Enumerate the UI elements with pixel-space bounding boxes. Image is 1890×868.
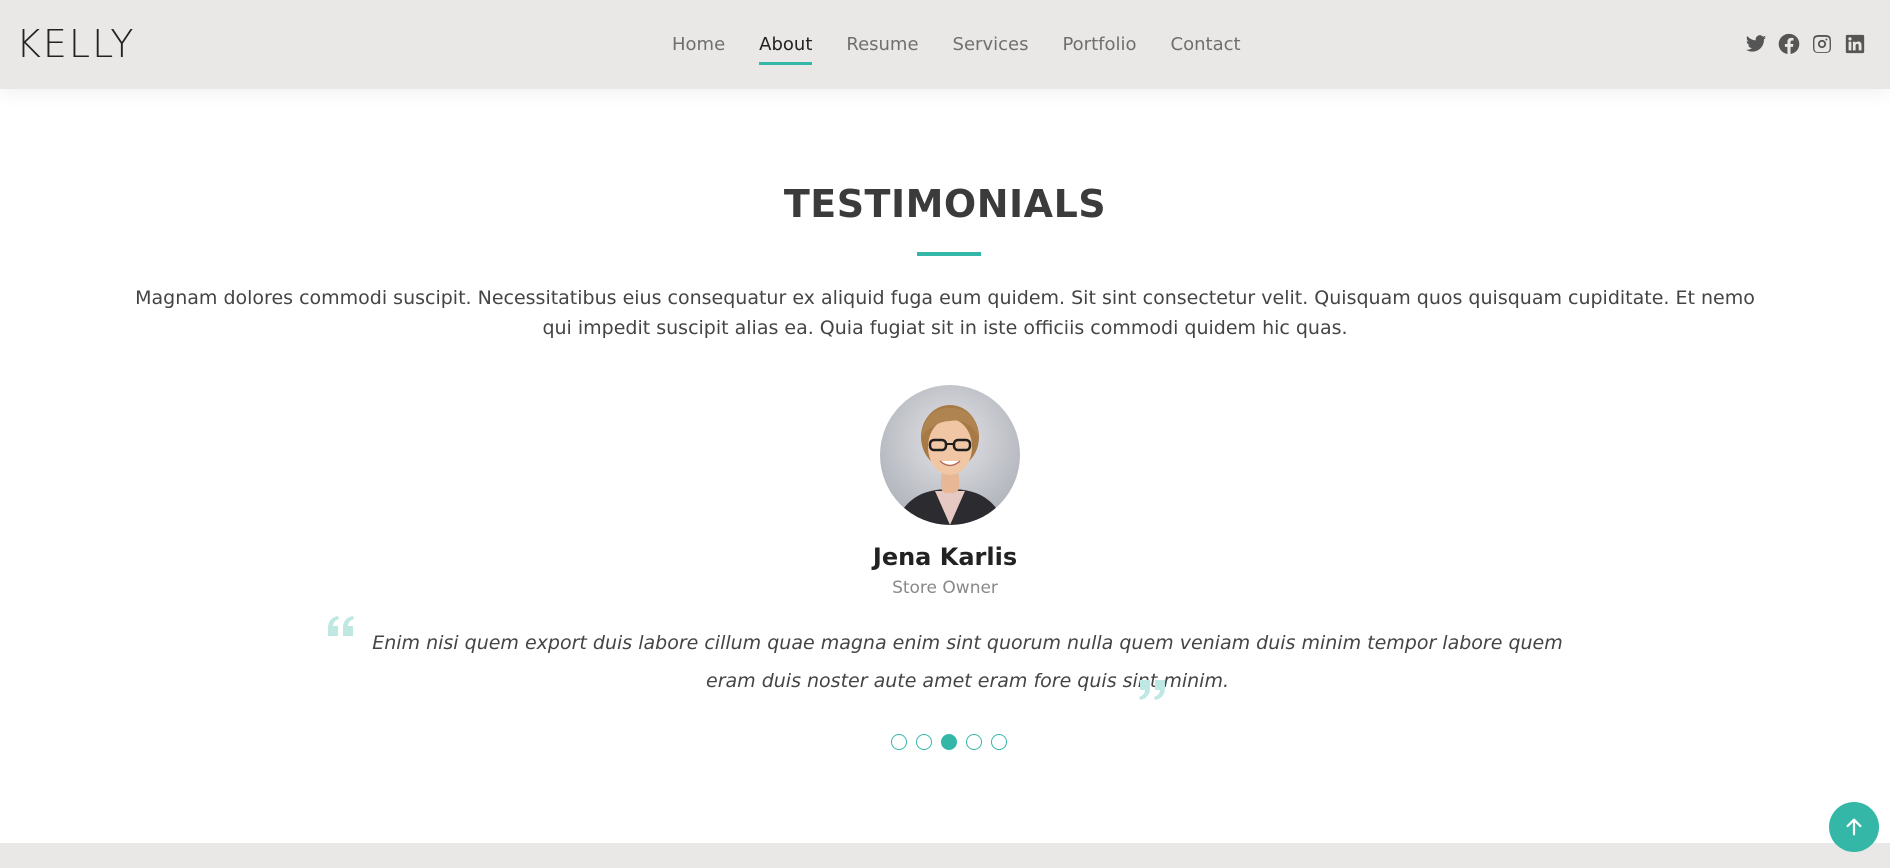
footer-strip bbox=[0, 843, 1890, 868]
instagram-icon[interactable] bbox=[1811, 33, 1833, 55]
testimonial-name: Jena Karlis bbox=[872, 543, 1018, 571]
quote-close-icon bbox=[1136, 672, 1168, 704]
facebook-icon[interactable] bbox=[1778, 33, 1800, 55]
title-underline bbox=[917, 252, 981, 256]
site-header: KELLY Home About Resume Services Portfol… bbox=[0, 0, 1890, 89]
arrow-up-icon bbox=[1846, 818, 1862, 836]
section-title: TESTIMONIALS bbox=[783, 182, 1107, 226]
carousel-dot-3[interactable] bbox=[941, 734, 957, 750]
carousel-dot-5[interactable] bbox=[991, 734, 1007, 750]
carousel-dot-1[interactable] bbox=[891, 734, 907, 750]
carousel-dot-4[interactable] bbox=[966, 734, 982, 750]
social-links bbox=[1734, 33, 1866, 55]
nav-portfolio[interactable]: Portfolio bbox=[1062, 34, 1136, 65]
quote-open-icon bbox=[325, 612, 357, 644]
testimonial-role: Store Owner bbox=[892, 578, 998, 598]
nav-resume[interactable]: Resume bbox=[846, 34, 918, 65]
nav-about[interactable]: About bbox=[759, 34, 813, 65]
twitter-icon[interactable] bbox=[1745, 33, 1767, 55]
carousel-dot-2[interactable] bbox=[916, 734, 932, 750]
carousel-pagination bbox=[891, 734, 1016, 750]
site-logo[interactable]: KELLY bbox=[16, 22, 135, 66]
testimonial-avatar bbox=[880, 385, 1020, 525]
main-nav: Home About Resume Services Portfolio Con… bbox=[672, 34, 1275, 65]
back-to-top-button[interactable] bbox=[1829, 802, 1879, 852]
section-intro: Magnam dolores commodi suscipit. Necessi… bbox=[135, 287, 1755, 339]
nav-home[interactable]: Home bbox=[672, 34, 725, 65]
nav-services[interactable]: Services bbox=[953, 34, 1029, 65]
testimonial-quote: Enim nisi quem export duis labore cillum… bbox=[372, 632, 1563, 692]
nav-contact[interactable]: Contact bbox=[1171, 34, 1241, 65]
linkedin-icon[interactable] bbox=[1844, 33, 1866, 55]
